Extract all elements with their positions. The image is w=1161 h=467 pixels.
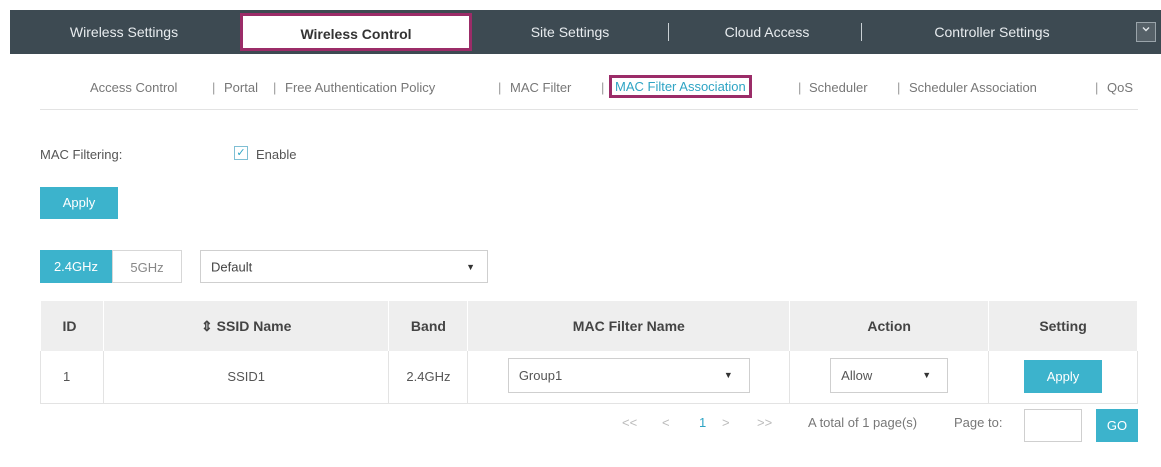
group-select[interactable]: Default ▼ [200, 250, 488, 283]
cell-setting: Apply [988, 351, 1138, 404]
action-select[interactable]: Allow ▼ [830, 357, 949, 393]
row-apply-button[interactable]: Apply [1024, 360, 1103, 394]
subnav-separator: | [498, 80, 502, 95]
subnav-item-access-control[interactable]: Access Control [90, 80, 177, 95]
subnav-separator: | [798, 80, 802, 95]
last-page-button[interactable]: >> [757, 415, 772, 430]
column-header-mac-filter-name: MAC Filter Name [467, 301, 791, 351]
subnav-item-qos[interactable]: QoS [1107, 80, 1133, 95]
column-header-action: Action [789, 301, 990, 351]
subnav-separator: | [897, 80, 901, 95]
next-page-button[interactable]: > [722, 415, 730, 430]
caret-down-icon: ▼ [466, 261, 475, 272]
subnav-item-scheduler-association[interactable]: Scheduler Association [909, 80, 1037, 95]
mac-filtering-label: MAC Filtering: [40, 147, 123, 162]
column-header-setting: Setting [988, 301, 1138, 351]
tab-site-settings[interactable]: Site Settings [480, 10, 660, 54]
enable-checkbox[interactable]: ✓ [234, 146, 248, 160]
tab-cloud-access[interactable]: Cloud Access [675, 10, 859, 54]
column-header-band: Band [388, 301, 469, 351]
cell-action: Allow ▼ [789, 351, 990, 404]
cell-mac-filter-name: Group1 ▼ [467, 351, 791, 404]
caret-down-icon: ▼ [922, 369, 932, 380]
total-pages-text: A total of 1 page(s) [808, 415, 918, 430]
mac-filter-association-table: ID ⇕ SSID Name Band MAC Filter Name Acti… [40, 301, 1138, 404]
first-page-button[interactable]: << [622, 415, 637, 430]
tab-wireless-control[interactable]: Wireless Control [240, 13, 472, 51]
apply-button[interactable]: Apply [40, 187, 118, 219]
page-to-label: Page to: [954, 415, 1003, 430]
enable-label: Enable [256, 147, 297, 162]
subnav-item-scheduler[interactable]: Scheduler [809, 80, 868, 95]
cell-band: 2.4GHz [388, 351, 469, 404]
group-select-value: Default [211, 259, 253, 274]
subnav-separator: | [273, 80, 277, 95]
column-header-ssid-name-label: SSID Name [216, 317, 292, 334]
subnav-item-free-authentication-policy[interactable]: Free Authentication Policy [285, 80, 435, 95]
tab-divider [861, 23, 862, 41]
page-to-input[interactable] [1024, 409, 1082, 442]
tab-divider [668, 23, 669, 41]
cell-ssid-name: SSID1 [103, 351, 390, 404]
cell-id: 1 [40, 351, 104, 404]
top-navigation-bar: Wireless Settings Wireless Control Site … [10, 10, 1161, 54]
band-5ghz-button[interactable]: 5GHz [112, 250, 182, 283]
go-button[interactable]: GO [1096, 409, 1138, 442]
table-row: 1 SSID1 2.4GHz Group1 ▼ Allow ▼ Apply [40, 351, 1138, 404]
tab-controller-settings[interactable]: Controller Settings [868, 10, 1116, 54]
caret-down-icon: ▼ [723, 369, 733, 380]
tab-wireless-settings[interactable]: Wireless Settings [10, 10, 238, 54]
subnav-separator: | [601, 80, 605, 95]
action-select-value: Allow [841, 367, 873, 383]
column-header-ssid-name[interactable]: ⇕ SSID Name [103, 301, 390, 351]
sort-icon[interactable]: ⇕ [201, 318, 213, 334]
mac-filter-select[interactable]: Group1 ▼ [507, 357, 750, 393]
check-icon: ✓ [236, 147, 246, 159]
subnav-item-mac-filter-association[interactable]: MAC Filter Association [609, 75, 752, 98]
page-number-current[interactable]: 1 [699, 415, 706, 430]
subnav-item-portal[interactable]: Portal [224, 80, 258, 95]
subnav-separator: | [212, 80, 216, 95]
subnav-separator: | [1095, 80, 1099, 95]
prev-page-button[interactable]: < [662, 415, 670, 430]
column-header-id: ID [40, 301, 104, 351]
table-header-row: ID ⇕ SSID Name Band MAC Filter Name Acti… [40, 301, 1138, 351]
band-2-4ghz-button[interactable]: 2.4GHz [40, 250, 112, 283]
chevron-down-icon[interactable] [1136, 22, 1156, 42]
subnav-item-mac-filter[interactable]: MAC Filter [510, 80, 571, 95]
sub-navigation: Access Control | Portal | Free Authentic… [40, 62, 1138, 110]
mac-filter-select-value: Group1 [518, 367, 563, 383]
